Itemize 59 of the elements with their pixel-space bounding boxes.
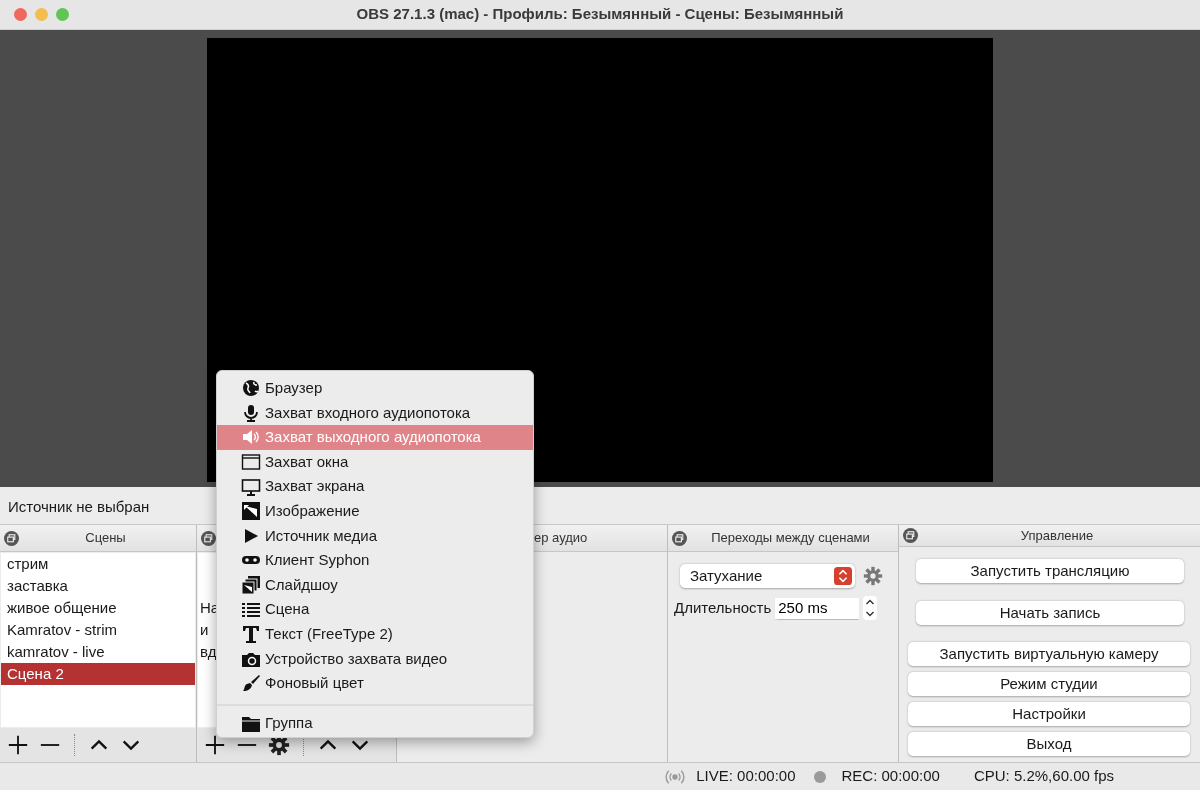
undock-icon[interactable] [903, 528, 918, 543]
live-timer: LIVE: 00:00:00 [696, 766, 796, 787]
menu-item[interactable]: Сцена [217, 597, 533, 622]
control-button[interactable]: Запустить трансляцию [916, 559, 1184, 583]
dock-title: Управление [1019, 526, 1095, 545]
menu-item[interactable]: Захват окна [217, 449, 533, 475]
menu-item[interactable]: Источник медиа [217, 523, 533, 549]
window-icon [241, 453, 261, 472]
control-button[interactable]: Запустить виртуальную камеру [908, 642, 1190, 666]
undock-icon[interactable] [4, 530, 19, 546]
duration-field[interactable]: 250 ms [775, 597, 860, 619]
scene-item[interactable]: Сцена 2 [1, 663, 195, 685]
cpu-usage: CPU: 5.2%,60.00 fps [973, 766, 1114, 787]
window-title: OBS 27.1.3 (mac) - Профиль: Безымянный - Сцены: Безымянный [356, 4, 844, 25]
spin-arrows-icon[interactable] [863, 596, 878, 620]
dock-title: Переходы между сценами [710, 529, 871, 548]
source-label: Источник не выбран [8, 498, 150, 515]
image-icon [241, 502, 261, 521]
monitor-icon [241, 477, 261, 496]
transition-dropdown[interactable]: Затухание [680, 564, 855, 588]
dock-title: Сцены [84, 529, 127, 548]
control-button[interactable]: Настройки [908, 702, 1190, 726]
menu-item[interactable]: Захват входного аудиопотока [217, 400, 533, 426]
menu-item[interactable]: Фоновый цвет [217, 671, 533, 696]
menu-item[interactable]: Клиент Syphon [217, 548, 533, 573]
control-button[interactable]: Начать запись [916, 601, 1184, 625]
empty-hint-text: и [200, 620, 209, 640]
menu-item[interactable]: Изображение [217, 498, 533, 524]
add-icon[interactable] [203, 734, 227, 756]
text-icon [241, 625, 261, 644]
empty-hint-text: вд [200, 642, 217, 662]
control-button[interactable]: Выход [908, 732, 1190, 756]
scene-item[interactable]: заставка [1, 575, 195, 597]
menu-item[interactable]: Группа [217, 710, 533, 736]
duration-label: Длительность [674, 597, 772, 618]
microphone-icon [241, 403, 261, 422]
stepper-icon [834, 567, 852, 585]
scene-item[interactable]: живое общение [1, 597, 195, 619]
undock-icon[interactable] [672, 530, 687, 546]
menu-item[interactable]: Слайдшоу [217, 572, 533, 598]
add-icon[interactable] [6, 734, 30, 756]
menu-item[interactable]: Захват экрана [217, 474, 533, 499]
brush-icon [241, 674, 261, 693]
menu-item[interactable]: Текст (FreeType 2) [217, 621, 533, 647]
globe-icon [241, 379, 261, 398]
scene-item[interactable]: Kamratov - strim [1, 619, 195, 641]
list-icon [241, 600, 261, 619]
speaker-icon [241, 428, 261, 447]
menu-item[interactable]: Браузер [217, 376, 533, 401]
scene-item[interactable]: стрим [1, 553, 195, 575]
undock-icon[interactable] [201, 530, 216, 546]
control-button[interactable]: Режим студии [908, 672, 1190, 696]
record-dot-icon [813, 770, 826, 783]
rec-timer: REC: 00:00:00 [841, 766, 940, 787]
slides-icon [241, 576, 261, 595]
folder-icon [241, 714, 261, 732]
menu-item[interactable]: Устройство захвата видео [217, 646, 533, 672]
dock-title: ер аудио [533, 529, 589, 548]
scene-item[interactable]: kamratov - live [1, 641, 195, 663]
